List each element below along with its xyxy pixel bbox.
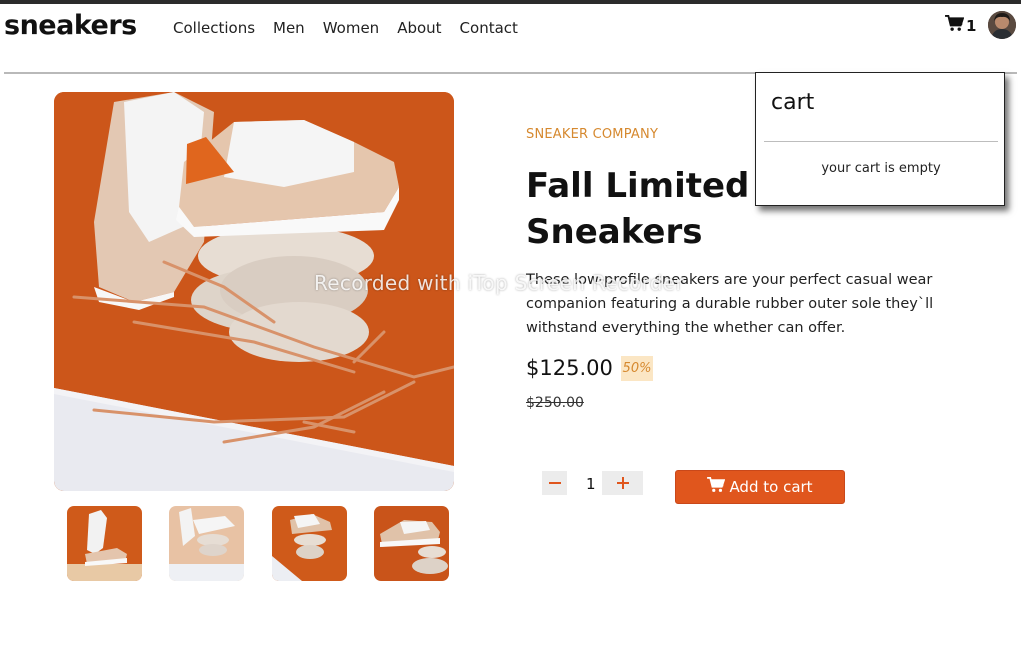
thumbnail-4[interactable] (374, 506, 449, 581)
cart-dropdown: cart your cart is empty (755, 72, 1005, 206)
thumbnail-2[interactable] (169, 506, 244, 581)
top-border (0, 0, 1021, 4)
cart-icon-white (707, 477, 726, 497)
cart-icon (945, 15, 965, 36)
product-main-image[interactable] (54, 92, 454, 491)
add-to-cart-button[interactable]: Add to cart (675, 470, 845, 504)
current-price: $125.00 (526, 356, 613, 380)
nav-contact[interactable]: Contact (460, 19, 518, 37)
nav-women[interactable]: Women (323, 19, 379, 37)
minus-icon (548, 482, 561, 484)
thumbnail-1[interactable] (67, 506, 142, 581)
original-price: $250.00 (526, 395, 584, 411)
cart-dropdown-divider (764, 141, 998, 142)
nav-about[interactable]: About (397, 19, 441, 37)
product-description: These low-profile sneakers are your perf… (526, 272, 934, 336)
main-nav: Collections Men Women About Contact (173, 19, 518, 37)
site-logo[interactable]: sneakers (4, 10, 137, 41)
nav-collections[interactable]: Collections (173, 19, 255, 37)
thumbnail-3[interactable] (272, 506, 347, 581)
cart-dropdown-title: cart (771, 90, 815, 115)
quantity-decrease-button[interactable] (542, 471, 567, 495)
quantity-increase-button[interactable] (602, 471, 643, 495)
add-to-cart-label: Add to cart (729, 478, 813, 496)
cart-empty-message: your cart is empty (821, 161, 941, 176)
brand-label: SNEAKER COMPANY (526, 127, 659, 142)
quantity-value: 1 (586, 475, 596, 493)
plus-icon (616, 477, 629, 489)
cart-button[interactable]: 1 (945, 15, 976, 36)
discount-badge: 50% (621, 356, 653, 381)
cart-count-badge: 1 (966, 16, 977, 35)
avatar[interactable] (988, 11, 1016, 39)
nav-men[interactable]: Men (273, 19, 305, 37)
